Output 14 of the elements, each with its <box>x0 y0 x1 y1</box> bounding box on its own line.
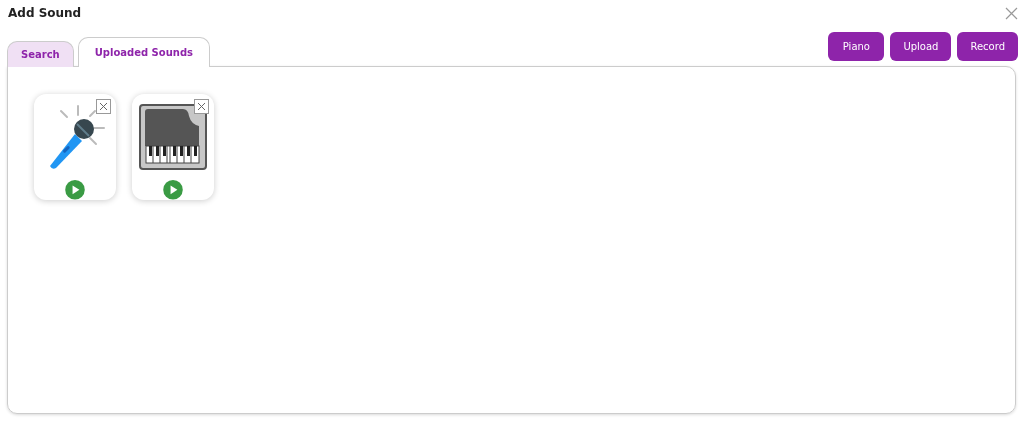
sound-card[interactable] <box>34 94 116 200</box>
sound-card[interactable] <box>132 94 214 200</box>
action-button[interactable]: Record <box>957 32 1018 61</box>
close-icon[interactable] <box>96 99 111 114</box>
action-button[interactable]: Piano <box>828 32 885 61</box>
action-button[interactable]: Upload <box>890 32 952 61</box>
tab[interactable]: Search <box>7 41 74 67</box>
close-icon[interactable] <box>1005 6 1018 20</box>
dialog-title: Add Sound <box>8 6 82 20</box>
close-icon[interactable] <box>194 99 209 114</box>
piano-icon <box>139 104 207 171</box>
tab[interactable]: Uploaded Sounds <box>77 37 211 67</box>
play-icon[interactable] <box>65 180 85 200</box>
play-icon[interactable] <box>163 180 183 200</box>
